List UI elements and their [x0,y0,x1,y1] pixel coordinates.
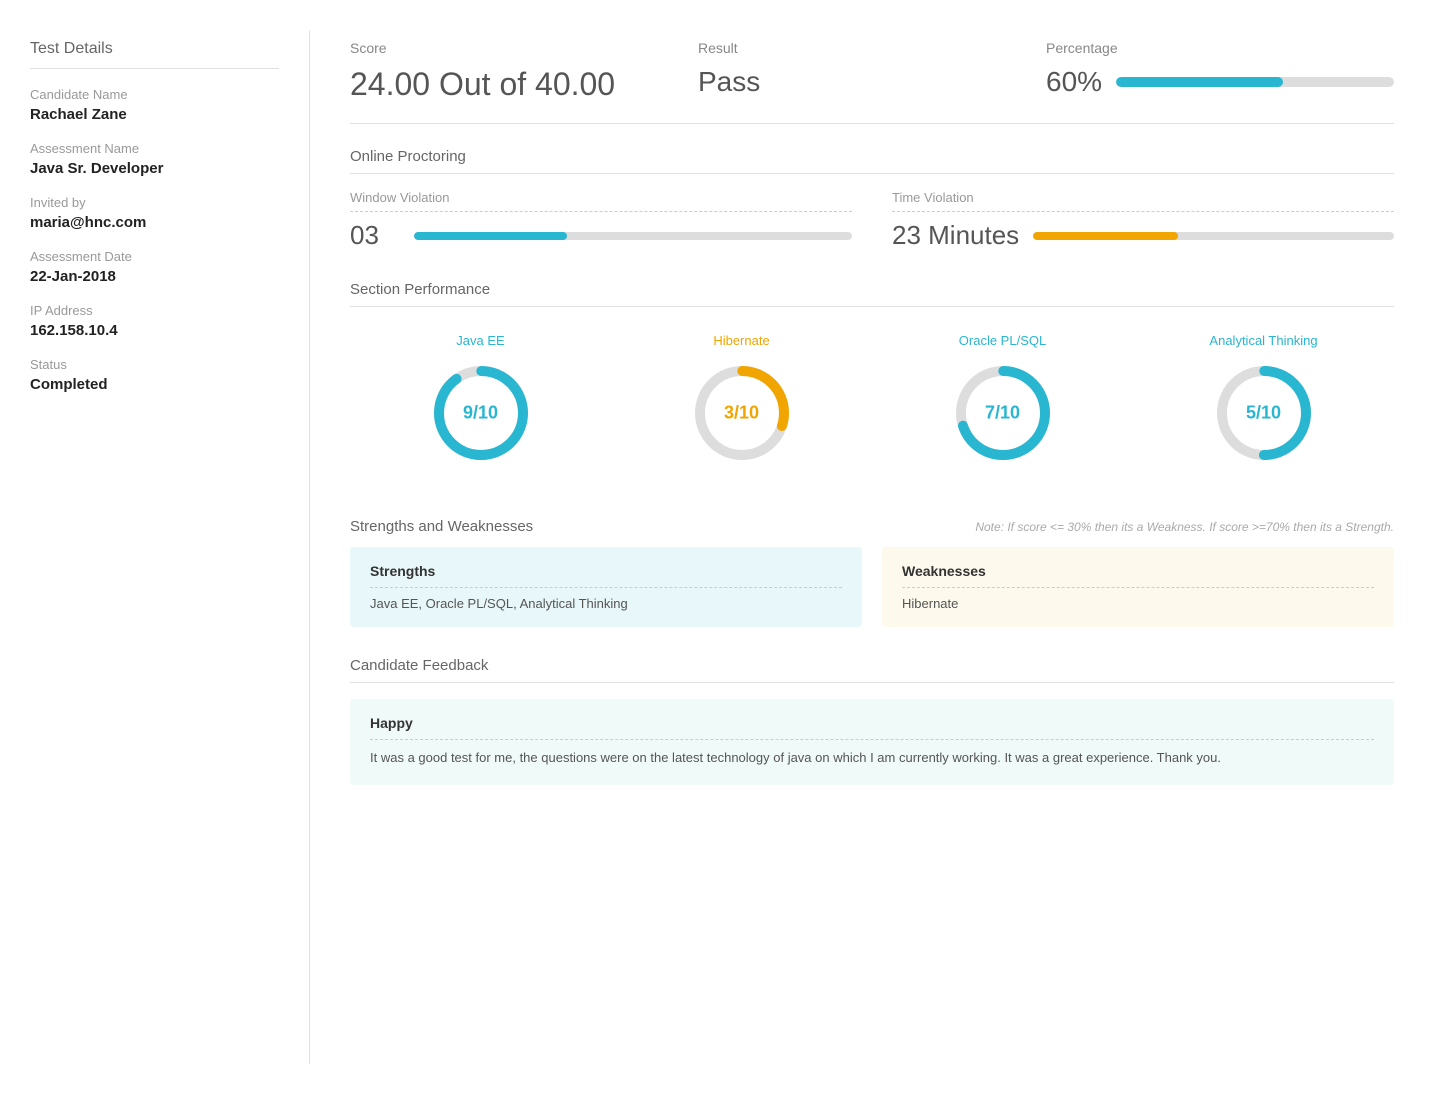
window-violation-col: Window Violation 03 [350,190,852,251]
sw-title: Strengths and Weaknesses [350,518,533,535]
donut-center-text-1: 3/10 [724,403,759,424]
donut-col-3: Analytical Thinking 5/10 [1209,333,1319,468]
score-col: Score 24.00 Out of 40.00 [350,40,698,103]
donut-center-text-0: 9/10 [463,403,498,424]
donut-col-2: Oracle PL/SQL 7/10 [948,333,1058,468]
feedback-card-title: Happy [370,715,1374,740]
window-violation-value-row: 03 [350,220,852,251]
donut-wrapper-2: 7/10 [948,358,1058,468]
sidebar-title: Test Details [30,40,279,69]
feedback-title: Candidate Feedback [350,657,1394,683]
score-value: 24.00 Out of 40.00 [350,66,698,103]
feedback-card: Happy It was a good test for me, the que… [350,699,1394,785]
donut-center-text-3: 5/10 [1246,403,1281,424]
percentage-value: 60% [1046,66,1102,98]
main-content: Score 24.00 Out of 40.00 Result Pass Per… [310,30,1434,1064]
feedback-section: Candidate Feedback Happy It was a good t… [350,657,1394,785]
result-col: Result Pass [698,40,1046,98]
donut-center-text-2: 7/10 [985,403,1020,424]
performance-section: Section Performance Java EE 9/10 Hiberna… [350,281,1394,488]
percentage-bar-bg [1116,77,1394,87]
result-header: Result [698,40,1046,56]
sw-section: Strengths and Weaknesses Note: If score … [350,518,1394,627]
sw-cards: Strengths Java EE, Oracle PL/SQL, Analyt… [350,547,1394,627]
sw-note: Note: If score <= 30% then its a Weaknes… [975,520,1394,534]
assessment-name-value: Java Sr. Developer [30,160,279,177]
performance-title: Section Performance [350,281,1394,307]
weaknesses-card-content: Hibernate [902,596,1374,611]
strengths-card-title: Strengths [370,563,842,588]
percentage-row: 60% [1046,66,1394,98]
percentage-col: Percentage 60% [1046,40,1394,98]
sw-header-row: Strengths and Weaknesses Note: If score … [350,518,1394,535]
window-violation-bar-fill [414,232,567,240]
donut-row: Java EE 9/10 Hibernate 3/10 Oracle PL/SQ… [350,323,1394,488]
status-label: Status [30,357,279,372]
invited-by-value: maria@hnc.com [30,214,279,231]
time-violation-value-row: 23 Minutes [892,220,1394,251]
status-value: Completed [30,376,279,393]
window-violation-label: Window Violation [350,190,852,212]
ip-address-value: 162.158.10.4 [30,322,279,339]
assessment-date-value: 22-Jan-2018 [30,268,279,285]
ip-address-label: IP Address [30,303,279,318]
time-violation-bar-bg [1033,232,1394,240]
donut-wrapper-3: 5/10 [1209,358,1319,468]
proctoring-section: Online Proctoring Window Violation 03 Ti… [350,148,1394,251]
donut-label-2: Oracle PL/SQL [959,333,1046,348]
donut-wrapper-0: 9/10 [426,358,536,468]
strengths-card-content: Java EE, Oracle PL/SQL, Analytical Think… [370,596,842,611]
invited-by-label: Invited by [30,195,279,210]
window-violation-bar-bg [414,232,852,240]
percentage-bar-fill [1116,77,1283,87]
strengths-card: Strengths Java EE, Oracle PL/SQL, Analyt… [350,547,862,627]
weaknesses-card: Weaknesses Hibernate [882,547,1394,627]
assessment-name-label: Assessment Name [30,141,279,156]
donut-col-0: Java EE 9/10 [426,333,536,468]
result-value: Pass [698,66,1046,98]
score-header: Score [350,40,698,56]
sidebar: Test Details Candidate Name Rachael Zane… [0,30,310,1064]
donut-label-0: Java EE [456,333,504,348]
proctoring-title: Online Proctoring [350,148,1394,174]
weaknesses-card-title: Weaknesses [902,563,1374,588]
violation-row: Window Violation 03 Time Violation 23 Mi… [350,190,1394,251]
assessment-date-label: Assessment Date [30,249,279,264]
donut-col-1: Hibernate 3/10 [687,333,797,468]
time-violation-col: Time Violation 23 Minutes [892,190,1394,251]
percentage-header: Percentage [1046,40,1394,56]
feedback-card-text: It was a good test for me, the questions… [370,748,1374,769]
score-row: Score 24.00 Out of 40.00 Result Pass Per… [350,40,1394,124]
time-violation-label: Time Violation [892,190,1394,212]
donut-wrapper-1: 3/10 [687,358,797,468]
candidate-name-value: Rachael Zane [30,106,279,123]
donut-label-3: Analytical Thinking [1209,333,1317,348]
donut-label-1: Hibernate [713,333,769,348]
time-violation-number: 23 Minutes [892,220,1019,251]
time-violation-bar-fill [1033,232,1177,240]
window-violation-number: 03 [350,220,400,251]
candidate-name-label: Candidate Name [30,87,279,102]
